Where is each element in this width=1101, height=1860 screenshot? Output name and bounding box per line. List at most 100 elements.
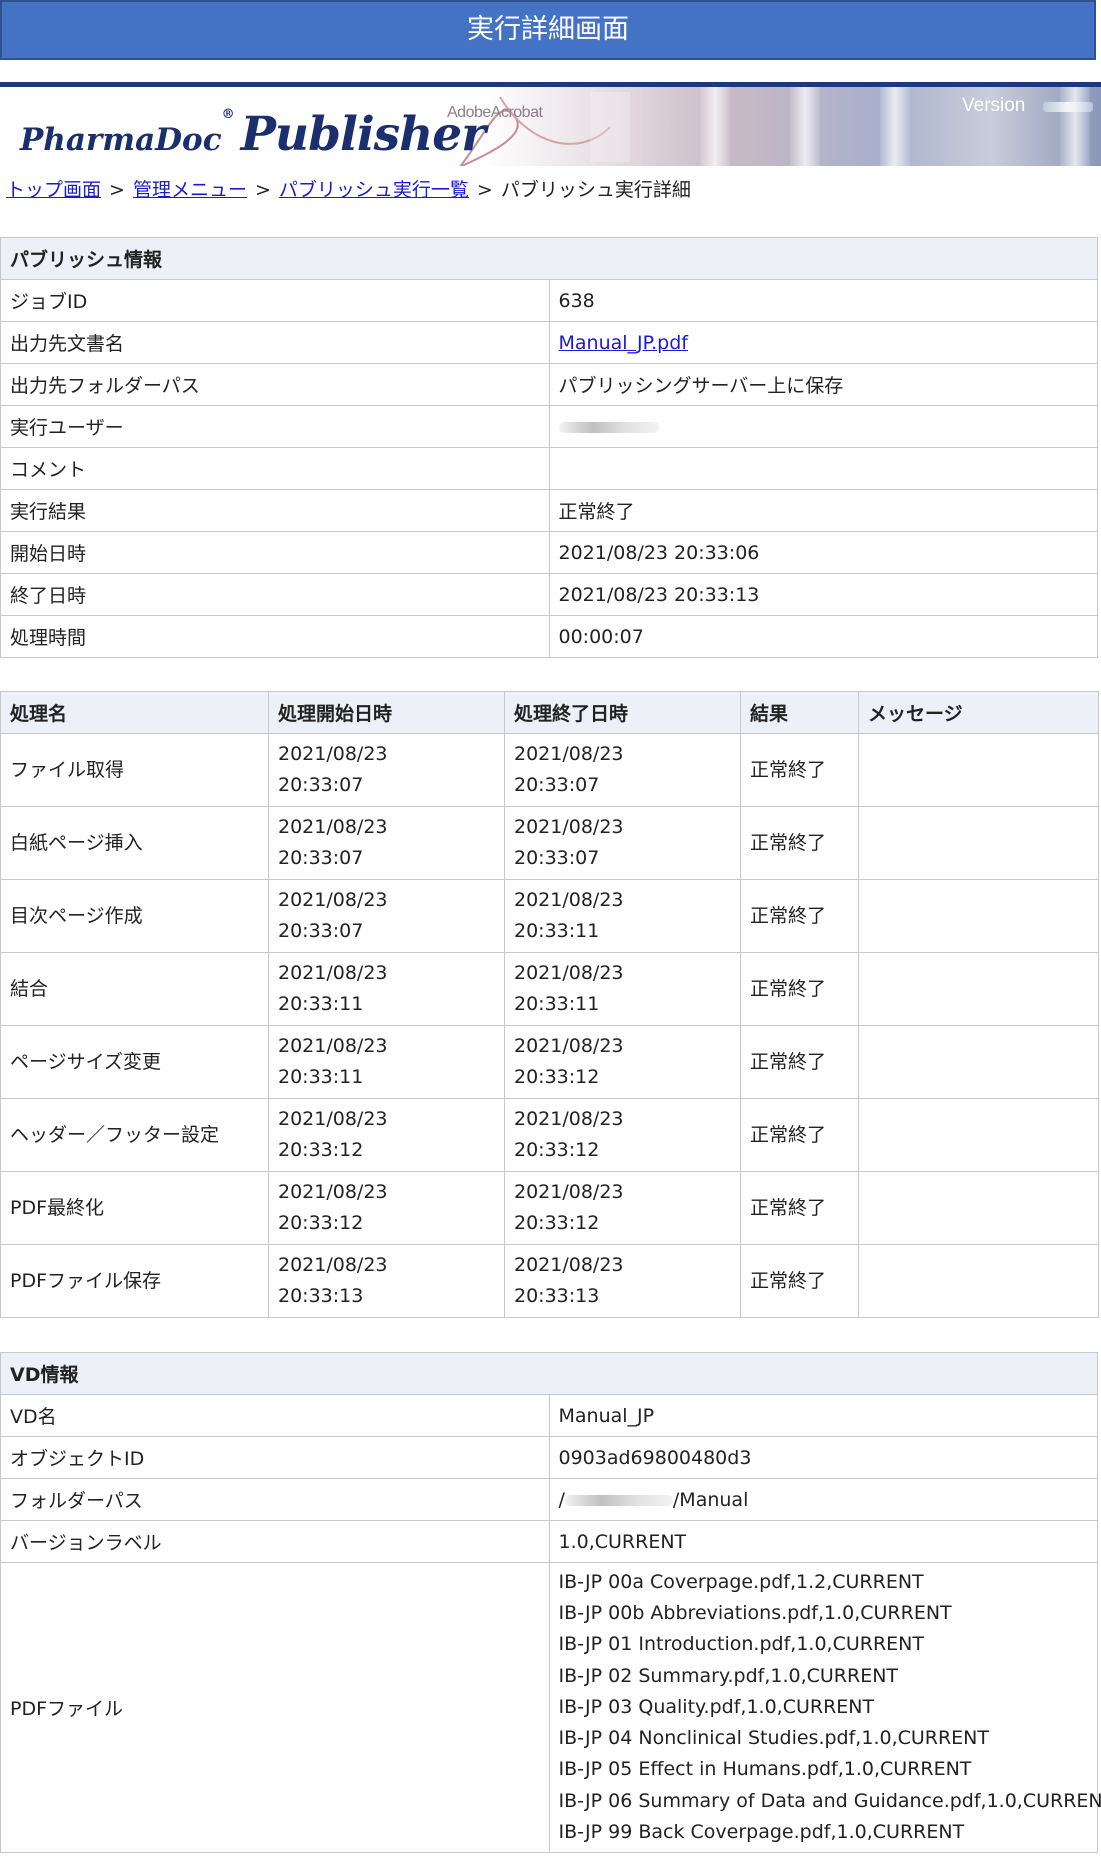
breadcrumb-publish-list-link[interactable]: パブリッシュ実行一覧 <box>279 179 469 201</box>
row-label: 実行結果 <box>0 489 550 532</box>
table-row: PDFファイル保存 2021/08/23 20:33:13 2021/08/23 2… <box>0 1244 1099 1318</box>
date: 2021/08/23 <box>514 1254 624 1276</box>
app-banner: PharmaDoc® Publisher AdobeAcrobat Version <box>0 82 1101 166</box>
process-name: 目次ページ作成 <box>0 879 269 953</box>
table-row: 白紙ページ挿入 2021/08/23 20:33:07 2021/08/23 20:… <box>0 806 1099 880</box>
date: 2021/08/23 <box>514 1108 624 1130</box>
row-label: オブジェクトID <box>0 1436 550 1479</box>
pharmadoc-publisher-logo: PharmaDoc® Publisher <box>20 107 486 162</box>
process-result: 正常終了 <box>740 879 859 953</box>
pdf-file-item: IB-JP 00a Coverpage.pdf,1.2,CURRENT <box>558 1571 924 1594</box>
process-end: 2021/08/23 20:33:12 <box>504 1171 741 1245</box>
table-row: ヘッダー／フッター設定 2021/08/23 20:33:12 2021/08/2… <box>0 1098 1099 1172</box>
folder-path-suffix: /Manual <box>672 1488 749 1511</box>
object-id-value: 0903ad69800480d3 <box>548 1436 1098 1479</box>
time: 20:33:11 <box>514 920 600 942</box>
time: 20:33:11 <box>514 993 600 1015</box>
banner-bottle-decoration <box>700 87 730 166</box>
time: 20:33:12 <box>278 1212 364 1234</box>
pdf-file-item: IB-JP 04 Nonclinical Studies.pdf,1.0,CUR… <box>558 1727 990 1750</box>
table-row: 終了日時 2021/08/23 20:33:13 <box>0 573 1098 616</box>
table-row: VD名 Manual_JP <box>0 1394 1098 1437</box>
process-result: 正常終了 <box>740 1244 859 1318</box>
process-message <box>858 806 1099 880</box>
time: 20:33:11 <box>278 993 364 1015</box>
breadcrumb-admin-menu-link[interactable]: 管理メニュー <box>133 179 247 201</box>
job-id-value: 638 <box>548 279 1098 322</box>
table-row: 実行結果 正常終了 <box>0 489 1098 532</box>
process-start: 2021/08/23 20:33:12 <box>268 1098 505 1172</box>
process-end: 2021/08/23 20:33:13 <box>504 1244 741 1318</box>
process-result: 正常終了 <box>740 1171 859 1245</box>
row-label: VD名 <box>0 1394 550 1437</box>
process-result: 正常終了 <box>740 1025 859 1099</box>
process-message <box>858 879 1099 953</box>
table-header-row: パブリッシュ情報 <box>0 237 1098 280</box>
table-row: 実行ユーザー <box>0 405 1098 448</box>
process-end: 2021/08/23 20:33:12 <box>504 1098 741 1172</box>
table-row: フォルダーパス / /Manual <box>0 1478 1098 1521</box>
column-header: 処理開始日時 <box>268 691 505 734</box>
row-label: 処理時間 <box>0 615 550 658</box>
process-start: 2021/08/23 20:33:07 <box>268 806 505 880</box>
folder-path-prefix: / <box>558 1488 565 1511</box>
row-label: 実行ユーザー <box>0 405 550 448</box>
table-row: ページサイズ変更 2021/08/23 20:33:11 2021/08/23 20… <box>0 1025 1099 1099</box>
process-result: 正常終了 <box>740 733 859 807</box>
process-result: 正常終了 <box>740 806 859 880</box>
date: 2021/08/23 <box>514 889 624 911</box>
vd-name-value: Manual_JP <box>548 1394 1098 1437</box>
publish-info-heading: パブリッシュ情報 <box>0 237 1098 280</box>
time: 20:33:07 <box>278 920 364 942</box>
process-start: 2021/08/23 20:33:11 <box>268 1025 505 1099</box>
table-row: PDF最終化 2021/08/23 20:33:12 2021/08/23 20:3… <box>0 1171 1099 1245</box>
time: 20:33:07 <box>514 774 600 796</box>
time: 20:33:07 <box>278 774 364 796</box>
process-name: ヘッダー／フッター設定 <box>0 1098 269 1172</box>
time: 20:33:07 <box>278 847 364 869</box>
logo-registered-mark: ® <box>221 107 235 122</box>
table-row: ファイル取得 2021/08/23 20:33:07 2021/08/23 20:3… <box>0 733 1099 807</box>
version-label: Version <box>962 95 1026 116</box>
process-name: ページサイズ変更 <box>0 1025 269 1099</box>
date: 2021/08/23 <box>514 743 624 765</box>
table-row: バージョンラベル 1.0,CURRENT <box>0 1520 1098 1563</box>
date: 2021/08/23 <box>514 1181 624 1203</box>
process-result: 正常終了 <box>740 1098 859 1172</box>
output-folder-value: パブリッシングサーバー上に保存 <box>548 363 1098 406</box>
output-document-link[interactable]: Manual_JP.pdf <box>559 332 689 354</box>
process-message <box>858 1244 1099 1318</box>
logo-pharmadoc: PharmaDoc <box>20 122 222 158</box>
process-end: 2021/08/23 20:33:11 <box>504 879 741 953</box>
table-row: 出力先文書名 Manual_JP.pdf <box>0 321 1098 364</box>
process-start: 2021/08/23 20:33:07 <box>268 733 505 807</box>
time: 20:33:12 <box>514 1212 600 1234</box>
date: 2021/08/23 <box>278 816 388 838</box>
row-label: コメント <box>0 447 550 490</box>
process-message <box>858 733 1099 807</box>
breadcrumb-top-link[interactable]: トップ画面 <box>6 179 101 201</box>
date: 2021/08/23 <box>278 889 388 911</box>
process-end: 2021/08/23 20:33:07 <box>504 806 741 880</box>
date: 2021/08/23 <box>278 1108 388 1130</box>
table-row: 処理時間 00:00:07 <box>0 615 1098 658</box>
row-label: ジョブID <box>0 279 550 322</box>
table-row: ジョブID 638 <box>0 279 1098 322</box>
pdf-file-item: IB-JP 99 Back Coverpage.pdf,1.0,CURRENT <box>558 1820 965 1843</box>
process-table: 処理名 処理開始日時 処理終了日時 結果 メッセージ ファイル取得 2021/0… <box>0 691 1099 1318</box>
breadcrumb-current: パブリッシュ実行詳細 <box>500 179 691 201</box>
process-message <box>858 952 1099 1026</box>
table-row: 結合 2021/08/23 20:33:11 2021/08/23 20:33:11… <box>0 952 1099 1026</box>
end-datetime-value: 2021/08/23 20:33:13 <box>548 573 1098 616</box>
table-row: PDFファイル IB-JP 00a Coverpage.pdf,1.2,CURR… <box>0 1562 1101 1853</box>
row-label: 出力先文書名 <box>0 321 550 364</box>
process-name: 結合 <box>0 952 269 1026</box>
row-label: 出力先フォルダーパス <box>0 363 550 406</box>
process-result: 正常終了 <box>740 952 859 1026</box>
date: 2021/08/23 <box>278 1035 388 1057</box>
pdf-file-item: IB-JP 03 Quality.pdf,1.0,CURRENT <box>558 1695 875 1718</box>
column-header: メッセージ <box>858 691 1099 734</box>
vd-info-heading: VD情報 <box>0 1352 1098 1395</box>
breadcrumb-separator: > <box>254 179 271 201</box>
row-label: フォルダーパス <box>0 1478 550 1521</box>
